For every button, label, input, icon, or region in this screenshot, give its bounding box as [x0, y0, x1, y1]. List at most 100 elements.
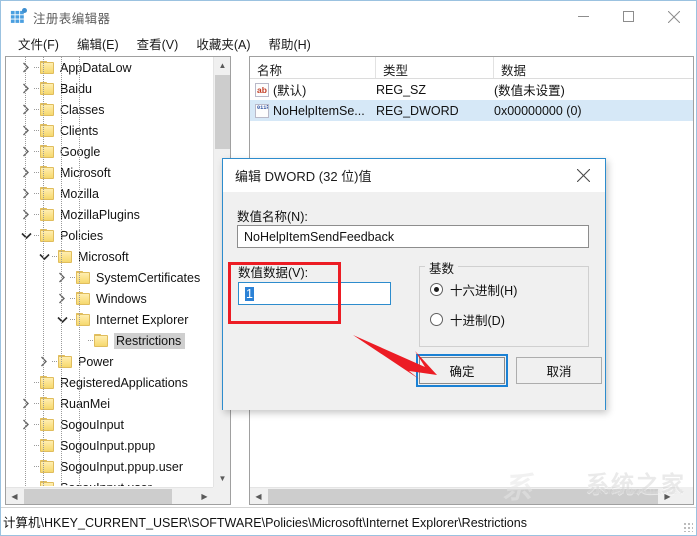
dword-value-icon — [255, 103, 269, 118]
radio-decimal-icon — [430, 313, 443, 326]
chevron-down-icon[interactable] — [18, 225, 34, 246]
registry-tree[interactable]: AppDataLow Baidu Classes Clients Google Micro… — [6, 57, 213, 486]
status-bar: 计算机\HKEY_CURRENT_USER\SOFTWARE\Policies\… — [1, 507, 696, 535]
tree-item-systemcertificates[interactable]: SystemCertificates — [6, 267, 213, 288]
menu-view[interactable]: 查看(V) — [128, 33, 188, 55]
tree-scroll-up-button[interactable]: ▲ — [214, 57, 230, 74]
chevron-right-icon[interactable] — [18, 120, 34, 141]
chevron-right-icon[interactable] — [18, 57, 34, 78]
chevron-right-icon[interactable] — [18, 414, 34, 435]
list-scroll-right-button[interactable]: ▶ — [659, 488, 676, 504]
tree-item-sogouinput-ppup[interactable]: SogouInput.ppup — [6, 435, 213, 456]
list-scroll-left-button[interactable]: ◀ — [250, 488, 267, 504]
value-name-input[interactable]: NoHelpItemSendFeedback — [237, 225, 589, 248]
tree-item-mozillaplugins[interactable]: MozillaPlugins — [6, 204, 213, 225]
tree-scroll-down-button[interactable]: ▼ — [214, 470, 230, 487]
chevron-right-icon[interactable] — [18, 393, 34, 414]
column-header-type[interactable]: 类型 — [376, 57, 494, 78]
tree-connector — [52, 256, 57, 257]
tree-item-microsoft[interactable]: Microsoft — [6, 246, 213, 267]
values-list[interactable]: (默认) REG_SZ (数值未设置) NoHelpItemSe... REG_DWOR… — [250, 79, 693, 121]
table-row[interactable]: (默认) REG_SZ (数值未设置) — [250, 79, 693, 100]
tree-hscroll-thumb[interactable] — [24, 489, 172, 504]
tree-item-registeredapplications[interactable]: RegisteredApplications — [6, 372, 213, 393]
list-hscroll-thumb[interactable] — [268, 489, 658, 504]
tree-item-ruanmei[interactable]: RuanMei — [6, 393, 213, 414]
tree-scroll-right-button[interactable]: ▶ — [196, 488, 213, 504]
close-button[interactable] — [651, 1, 696, 32]
tree-item-internet-explorer[interactable]: Internet Explorer — [6, 309, 213, 330]
tree-item-sogouinput-user[interactable]: SogouInput.user — [6, 477, 213, 486]
tree-item-mozilla[interactable]: Mozilla — [6, 183, 213, 204]
ok-button[interactable]: 确定 — [419, 357, 505, 384]
chevron-right-icon[interactable] — [54, 267, 70, 288]
tree-item-microsoft[interactable]: Microsoft — [6, 162, 213, 183]
tree-connector — [70, 277, 75, 278]
tree-connector — [34, 235, 39, 236]
radio-decimal[interactable]: 十进制(D) — [430, 310, 505, 329]
tree-item-baidu[interactable]: Baidu — [6, 78, 213, 99]
chevron-right-icon[interactable] — [18, 162, 34, 183]
column-header-data[interactable]: 数据 — [494, 57, 693, 78]
tree-item-windows[interactable]: Windows — [6, 288, 213, 309]
folder-icon — [94, 334, 109, 347]
chevron-right-icon[interactable] — [18, 99, 34, 120]
chevron-right-icon[interactable] — [18, 78, 34, 99]
chevron-right-icon[interactable] — [18, 204, 34, 225]
tree-item-appdatalow[interactable]: AppDataLow — [6, 57, 213, 78]
tree-connector — [34, 67, 39, 68]
tree-connector — [34, 424, 39, 425]
menu-edit[interactable]: 编辑(E) — [68, 33, 128, 55]
tree-connector — [34, 88, 39, 89]
string-value-icon — [255, 82, 269, 97]
chevron-down-icon[interactable] — [36, 246, 52, 267]
menu-bar: 文件(F) 编辑(E) 查看(V) 收藏夹(A) 帮助(H) — [1, 33, 696, 55]
chevron-down-icon[interactable] — [54, 309, 70, 330]
tree-item-google[interactable]: Google — [6, 141, 213, 162]
menu-file[interactable]: 文件(F) — [9, 33, 68, 55]
tree-horizontal-scrollbar[interactable]: ◀ ▶ — [6, 487, 213, 504]
tree-item-restrictions[interactable]: Restrictions — [6, 330, 213, 351]
tree-item-label: Microsoft — [78, 249, 129, 264]
tree-item-sogouinput[interactable]: SogouInput — [6, 414, 213, 435]
tree-item-classes[interactable]: Classes — [6, 99, 213, 120]
radio-hexadecimal[interactable]: 十六进制(H) — [430, 280, 517, 299]
table-row[interactable]: NoHelpItemSe... REG_DWORD 0x00000000 (0) — [250, 100, 693, 121]
tree-item-policies[interactable]: Policies — [6, 225, 213, 246]
menu-favorites[interactable]: 收藏夹(A) — [187, 33, 259, 55]
column-header-name[interactable]: 名称 — [250, 57, 376, 78]
list-horizontal-scrollbar[interactable]: ◀ ▶ — [250, 487, 676, 504]
dialog-title-bar: 编辑 DWORD (32 位)值 — [223, 159, 605, 192]
tree-scroll-left-button[interactable]: ◀ — [6, 488, 23, 504]
chevron-right-icon[interactable] — [18, 141, 34, 162]
tree-connector — [34, 403, 39, 404]
maximize-button[interactable] — [606, 1, 651, 32]
tree-item-sogouinput-ppup-user[interactable]: SogouInput.ppup.user — [6, 456, 213, 477]
tree-item-power[interactable]: Power — [6, 351, 213, 372]
value-data-input[interactable]: 1 — [238, 282, 391, 305]
tree-item-label: Clients — [60, 123, 99, 138]
tree-connector — [34, 214, 39, 215]
chevron-right-icon[interactable] — [18, 183, 34, 204]
tree-item-label: Classes — [60, 102, 105, 117]
cancel-button[interactable]: 取消 — [516, 357, 602, 384]
tree-item-clients[interactable]: Clients — [6, 120, 213, 141]
tree-connector — [34, 382, 39, 383]
dialog-close-button[interactable] — [561, 159, 605, 191]
tree-item-label: Restrictions — [114, 332, 186, 349]
edit-dword-dialog: 编辑 DWORD (32 位)值 数值名称(N): NoHelpItemSend… — [222, 158, 606, 410]
resize-grip[interactable] — [682, 521, 693, 532]
tree-item-label: SystemCertificates — [96, 270, 201, 285]
chevron-right-icon[interactable] — [54, 288, 70, 309]
menu-help[interactable]: 帮助(H) — [259, 33, 319, 55]
chevron-right-icon[interactable] — [36, 351, 52, 372]
value-data-label: 数值数据(V): — [238, 266, 309, 280]
minimize-button[interactable] — [561, 1, 606, 32]
tree-guide-line — [61, 57, 62, 486]
tree-scroll-thumb[interactable] — [215, 75, 230, 149]
tree-item-label: Google — [60, 144, 101, 159]
